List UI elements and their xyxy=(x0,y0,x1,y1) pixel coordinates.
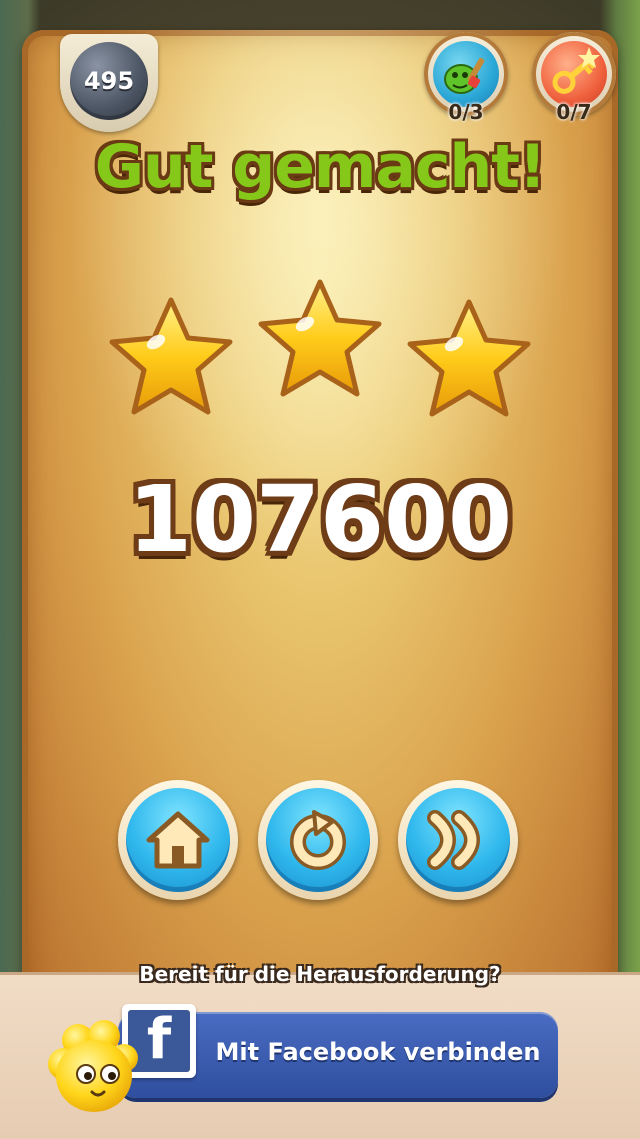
score-value: 107600 xyxy=(127,466,513,573)
retry-button[interactable] xyxy=(258,780,378,900)
jelly-counter[interactable]: 0/3 xyxy=(424,32,508,124)
retry-icon xyxy=(290,810,346,870)
jelly-counter-value: 0/3 xyxy=(448,100,484,124)
key-counter-value: 0/7 xyxy=(556,100,592,124)
home-button[interactable] xyxy=(118,780,238,900)
home-icon xyxy=(146,811,210,869)
level-badge: 495 xyxy=(60,34,158,132)
next-icon xyxy=(427,810,480,870)
result-title: Gut gemacht! xyxy=(94,132,547,202)
jelly-paint-icon xyxy=(433,41,499,107)
jelly-mascot-icon xyxy=(48,1020,138,1112)
level-number: 495 xyxy=(83,67,135,95)
facebook-connect-label[interactable]: Mit Facebook verbinden xyxy=(208,1038,548,1066)
next-level-button[interactable] xyxy=(398,780,518,900)
star-2-icon xyxy=(258,279,382,397)
star-3-icon xyxy=(407,299,531,417)
golden-key-icon xyxy=(541,41,607,107)
level-orb: 495 xyxy=(70,42,148,120)
star-1-icon xyxy=(109,297,233,415)
challenge-prompt: Bereit für die Herausforderung? xyxy=(139,962,501,986)
key-counter[interactable]: 0/7 xyxy=(532,32,616,124)
